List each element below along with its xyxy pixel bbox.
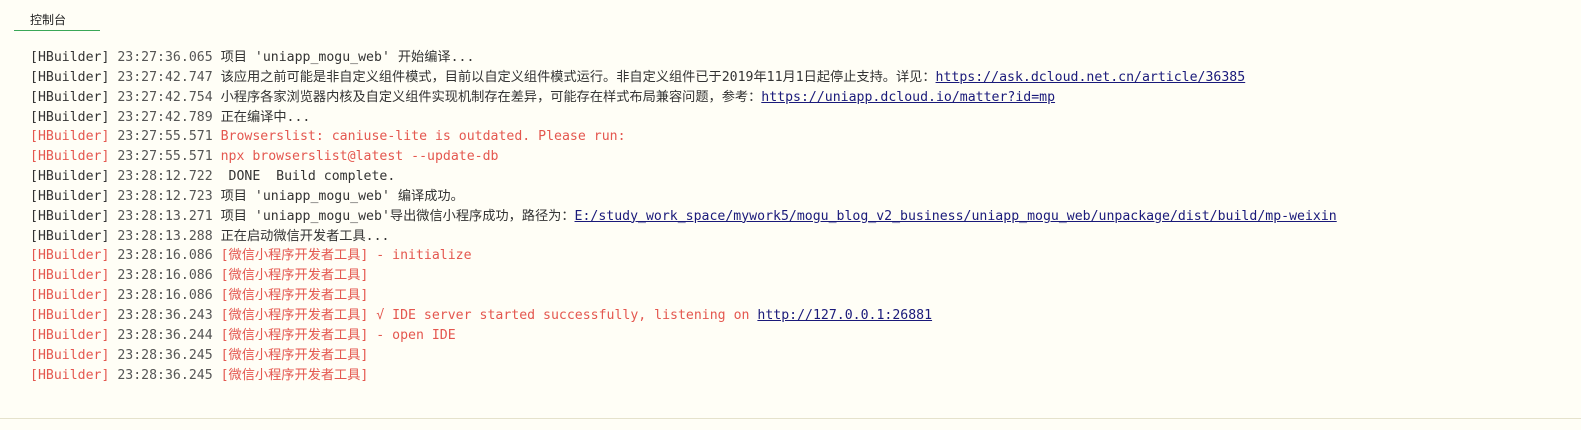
log-timestamp: 23:28:13.288 bbox=[117, 228, 213, 244]
log-source-tag: [HBuilder] bbox=[30, 347, 110, 363]
panel-tabbar: 控制台 bbox=[0, 0, 1581, 34]
log-timestamp: 23:28:36.245 bbox=[117, 367, 213, 383]
log-timestamp: 23:28:16.086 bbox=[117, 248, 213, 264]
log-message: 正在编译中... bbox=[220, 109, 311, 125]
log-timestamp: 23:27:36.065 bbox=[117, 50, 213, 65]
log-message: 项目 'uniapp_mogu_web' 开始编译... bbox=[220, 50, 475, 65]
console-line: [HBuilder] 23:28:16.086 [微信小程序开发者工具] - i… bbox=[30, 246, 1570, 266]
log-timestamp: 23:27:42.747 bbox=[117, 69, 213, 85]
log-link[interactable]: https://uniapp.dcloud.io/matter?id=mp bbox=[761, 90, 1055, 105]
log-timestamp: 23:28:16.086 bbox=[117, 288, 213, 304]
console-line: [HBuilder] 23:28:36.243 [微信小程序开发者工具] √ I… bbox=[30, 306, 1570, 326]
log-timestamp: 23:28:12.722 bbox=[117, 169, 213, 185]
log-message: [微信小程序开发者工具] bbox=[220, 268, 369, 284]
log-source-tag: [HBuilder] bbox=[30, 228, 110, 244]
console-line: [HBuilder] 23:28:16.086 [微信小程序开发者工具] bbox=[30, 286, 1570, 306]
console-line: [HBuilder] 23:28:36.245 [微信小程序开发者工具] bbox=[30, 366, 1570, 386]
log-source-tag: [HBuilder] bbox=[30, 367, 110, 383]
console-line: [HBuilder] 23:28:36.244 [微信小程序开发者工具] - o… bbox=[30, 326, 1570, 346]
log-message: DONE Build complete. bbox=[220, 169, 396, 185]
console-line: [HBuilder] 23:28:13.271 项目 'uniapp_mogu_… bbox=[30, 207, 1570, 227]
log-timestamp: 23:28:13.271 bbox=[117, 208, 213, 224]
log-source-tag: [HBuilder] bbox=[30, 149, 110, 165]
log-message: [微信小程序开发者工具] bbox=[220, 367, 369, 383]
console-output: [HBuilder] 23:27:36.065 项目 'uniapp_mogu_… bbox=[30, 48, 1570, 388]
console-line: [HBuilder] 23:27:55.571 npx browserslist… bbox=[30, 147, 1570, 167]
log-link[interactable]: http://127.0.0.1:26881 bbox=[757, 308, 932, 323]
log-source-tag: [HBuilder] bbox=[30, 208, 110, 224]
console-line: [HBuilder] 23:28:13.288 正在启动微信开发者工具... bbox=[30, 227, 1570, 247]
log-source-tag: [HBuilder] bbox=[30, 307, 110, 323]
log-source-tag: [HBuilder] bbox=[30, 288, 110, 304]
log-source-tag: [HBuilder] bbox=[30, 109, 110, 125]
console-line: [HBuilder] 23:27:36.065 项目 'uniapp_mogu_… bbox=[30, 48, 1570, 68]
console-line: [HBuilder] 23:28:16.086 [微信小程序开发者工具] bbox=[30, 266, 1570, 286]
log-link[interactable]: E:/study_work_space/mywork5/mogu_blog_v2… bbox=[575, 209, 1337, 224]
log-timestamp: 23:28:36.245 bbox=[117, 347, 213, 363]
log-link[interactable]: https://ask.dcloud.net.cn/article/36385 bbox=[936, 70, 1246, 85]
log-source-tag: [HBuilder] bbox=[30, 69, 110, 85]
log-source-tag: [HBuilder] bbox=[30, 188, 110, 204]
log-message: [微信小程序开发者工具] - open IDE bbox=[220, 327, 456, 343]
log-source-tag: [HBuilder] bbox=[30, 327, 110, 343]
log-message: [微信小程序开发者工具] bbox=[220, 288, 369, 304]
log-message: [微信小程序开发者工具] √ IDE server started succes… bbox=[220, 307, 758, 323]
log-timestamp: 23:28:12.723 bbox=[117, 188, 213, 204]
console-line: [HBuilder] 23:27:42.754 小程序各家浏览器内核及自定义组件… bbox=[30, 88, 1570, 108]
log-timestamp: 23:27:55.571 bbox=[117, 129, 213, 145]
log-timestamp: 23:27:42.789 bbox=[117, 109, 213, 125]
console-line: [HBuilder] 23:27:42.789 正在编译中... bbox=[30, 108, 1570, 128]
log-message: [微信小程序开发者工具] - initialize bbox=[220, 248, 472, 264]
log-timestamp: 23:28:36.243 bbox=[117, 307, 213, 323]
log-message: 项目 'uniapp_mogu_web' 编译成功。 bbox=[220, 188, 464, 204]
console-line: [HBuilder] 23:28:12.722 DONE Build compl… bbox=[30, 167, 1570, 187]
log-timestamp: 23:28:16.086 bbox=[117, 268, 213, 284]
log-timestamp: 23:27:42.754 bbox=[117, 89, 213, 105]
log-message: 正在启动微信开发者工具... bbox=[220, 228, 390, 244]
log-message: 小程序各家浏览器内核及自定义组件实现机制存在差异，可能存在样式布局兼容问题，参考… bbox=[220, 89, 762, 105]
log-source-tag: [HBuilder] bbox=[30, 129, 110, 145]
console-line: [HBuilder] 23:28:36.245 [微信小程序开发者工具] bbox=[30, 346, 1570, 366]
bottom-divider bbox=[0, 418, 1581, 430]
log-message: 项目 'uniapp_mogu_web'导出微信小程序成功，路径为： bbox=[220, 208, 575, 224]
log-message: npx browserslist@latest --update-db bbox=[220, 149, 499, 165]
console-line: [HBuilder] 23:28:12.723 项目 'uniapp_mogu_… bbox=[30, 187, 1570, 207]
console-line: [HBuilder] 23:27:55.571 Browserslist: ca… bbox=[30, 127, 1570, 147]
log-timestamp: 23:28:36.244 bbox=[117, 327, 213, 343]
console-line: [HBuilder] 23:27:42.747 该应用之前可能是非自定义组件模式… bbox=[30, 68, 1570, 88]
log-source-tag: [HBuilder] bbox=[30, 169, 110, 185]
log-message: Browserslist: caniuse-lite is outdated. … bbox=[220, 129, 626, 145]
tab-console[interactable]: 控制台 bbox=[14, 10, 100, 31]
log-message: 该应用之前可能是非自定义组件模式，目前以自定义组件模式运行。非自定义组件已于20… bbox=[220, 69, 936, 85]
log-timestamp: 23:27:55.571 bbox=[117, 149, 213, 165]
log-source-tag: [HBuilder] bbox=[30, 89, 110, 105]
log-source-tag: [HBuilder] bbox=[30, 50, 110, 65]
log-source-tag: [HBuilder] bbox=[30, 248, 110, 264]
log-source-tag: [HBuilder] bbox=[30, 268, 110, 284]
log-message: [微信小程序开发者工具] bbox=[220, 347, 369, 363]
